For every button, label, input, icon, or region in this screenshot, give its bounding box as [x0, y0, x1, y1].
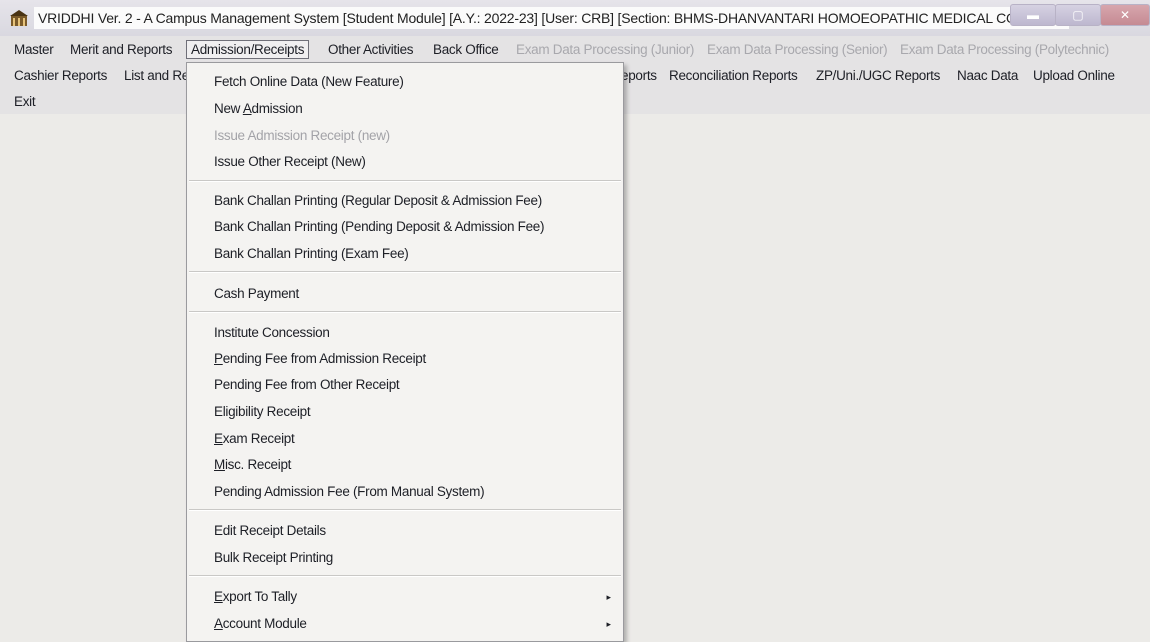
menu-item-bank-challan-regular[interactable]: Bank Challan Printing (Regular Deposit &…: [214, 193, 542, 208]
window-title: VRIDDHI Ver. 2 - A Campus Management Sys…: [34, 7, 1069, 29]
menu-item-bank-challan-pending[interactable]: Bank Challan Printing (Pending Deposit &…: [214, 219, 544, 234]
menu-item-pending-admission-manual[interactable]: Pending Admission Fee (From Manual Syste…: [214, 484, 485, 499]
menu-item-account-module[interactable]: Account Module: [214, 616, 307, 631]
menu-reconciliation-reports[interactable]: Reconciliation Reports: [669, 68, 798, 83]
title-bar: VRIDDHI Ver. 2 - A Campus Management Sys…: [0, 0, 1150, 36]
menu-separator: [189, 271, 621, 273]
account-module-text: ccount Module: [222, 616, 307, 631]
misc-receipt-text: isc. Receipt: [224, 457, 292, 472]
menu-admission-receipts[interactable]: Admission/Receipts: [186, 40, 310, 59]
menu-item-edit-receipt-details[interactable]: Edit Receipt Details: [214, 523, 326, 538]
menu-naac-data[interactable]: Naac Data: [957, 68, 1018, 83]
menu-item-institute-concession[interactable]: Institute Concession: [214, 325, 330, 340]
misc-receipt-mnemonic: M: [214, 457, 225, 472]
menu-item-new-admission[interactable]: New Admission: [214, 101, 303, 116]
menu-item-export-to-tally[interactable]: Export To Tally: [214, 589, 297, 604]
exam-receipt-text: xam Receipt: [222, 431, 295, 446]
menu-exit[interactable]: Exit: [14, 94, 36, 109]
menu-exam-polytechnic: Exam Data Processing (Polytechnic): [900, 42, 1109, 57]
menu-separator: [189, 509, 621, 511]
exam-receipt-mnemonic: E: [214, 431, 223, 446]
export-tally-text: xport To Tally: [222, 589, 297, 604]
maximize-icon[interactable]: ▢: [1055, 4, 1101, 26]
menu-exam-senior: Exam Data Processing (Senior): [707, 42, 888, 57]
pending-admission-mnemonic: P: [214, 351, 223, 366]
close-icon[interactable]: ✕: [1100, 4, 1150, 26]
menu-upload-online[interactable]: Upload Online: [1033, 68, 1115, 83]
account-module-mnemonic: A: [214, 616, 223, 631]
menu-separator: [189, 180, 621, 182]
menu-item-bulk-receipt-printing[interactable]: Bulk Receipt Printing: [214, 550, 333, 565]
menu-master[interactable]: Master: [14, 42, 54, 57]
menu-item-fetch-online-data[interactable]: Fetch Online Data (New Feature): [214, 74, 404, 89]
submenu-arrow-icon: ▸: [606, 619, 611, 629]
menu-back-office[interactable]: Back Office: [433, 42, 499, 57]
menu-item-cash-payment[interactable]: Cash Payment: [214, 286, 299, 301]
menu-zp-uni-ugc-reports[interactable]: ZP/Uni./UGC Reports: [816, 68, 940, 83]
menu-item-exam-receipt[interactable]: Exam Receipt: [214, 431, 295, 446]
menu-separator: [189, 311, 621, 313]
app-building-icon: [10, 10, 28, 26]
menu-item-eligibility-receipt[interactable]: Eligibility Receipt: [214, 404, 311, 419]
window-controls: ▬ ▢ ✕: [1010, 4, 1150, 26]
menu-exam-junior: Exam Data Processing (Junior): [516, 42, 695, 57]
admission-receipts-dropdown: Fetch Online Data (New Feature) New Admi…: [186, 62, 624, 642]
menu-item-issue-admission-receipt: Issue Admission Receipt (new): [214, 128, 390, 143]
pending-admission-text: ending Fee from Admission Receipt: [222, 351, 427, 366]
menu-list-and-reports[interactable]: List and Re: [124, 68, 189, 83]
new-admission-text: New: [214, 101, 243, 116]
menu-item-pending-fee-other[interactable]: Pending Fee from Other Receipt: [214, 377, 400, 392]
menu-item-pending-fee-admission[interactable]: Pending Fee from Admission Receipt: [214, 351, 426, 366]
minimize-icon[interactable]: ▬: [1010, 4, 1056, 26]
menu-item-bank-challan-exam[interactable]: Bank Challan Printing (Exam Fee): [214, 246, 409, 261]
menu-other-activities[interactable]: Other Activities: [328, 42, 414, 57]
menu-item-misc-receipt[interactable]: Misc. Receipt: [214, 457, 291, 472]
submenu-arrow-icon: ▸: [606, 592, 611, 602]
menu-cashier-reports[interactable]: Cashier Reports: [14, 68, 107, 83]
menu-merit-reports[interactable]: Merit and Reports: [70, 42, 173, 57]
menu-reports-partial[interactable]: eports: [621, 68, 657, 83]
menu-separator: [189, 575, 621, 577]
new-admission-text-rest: dmission: [251, 101, 303, 116]
new-admission-mnemonic: A: [242, 101, 252, 116]
menu-item-issue-other-receipt[interactable]: Issue Other Receipt (New): [214, 154, 366, 169]
export-tally-mnemonic: E: [214, 589, 223, 604]
